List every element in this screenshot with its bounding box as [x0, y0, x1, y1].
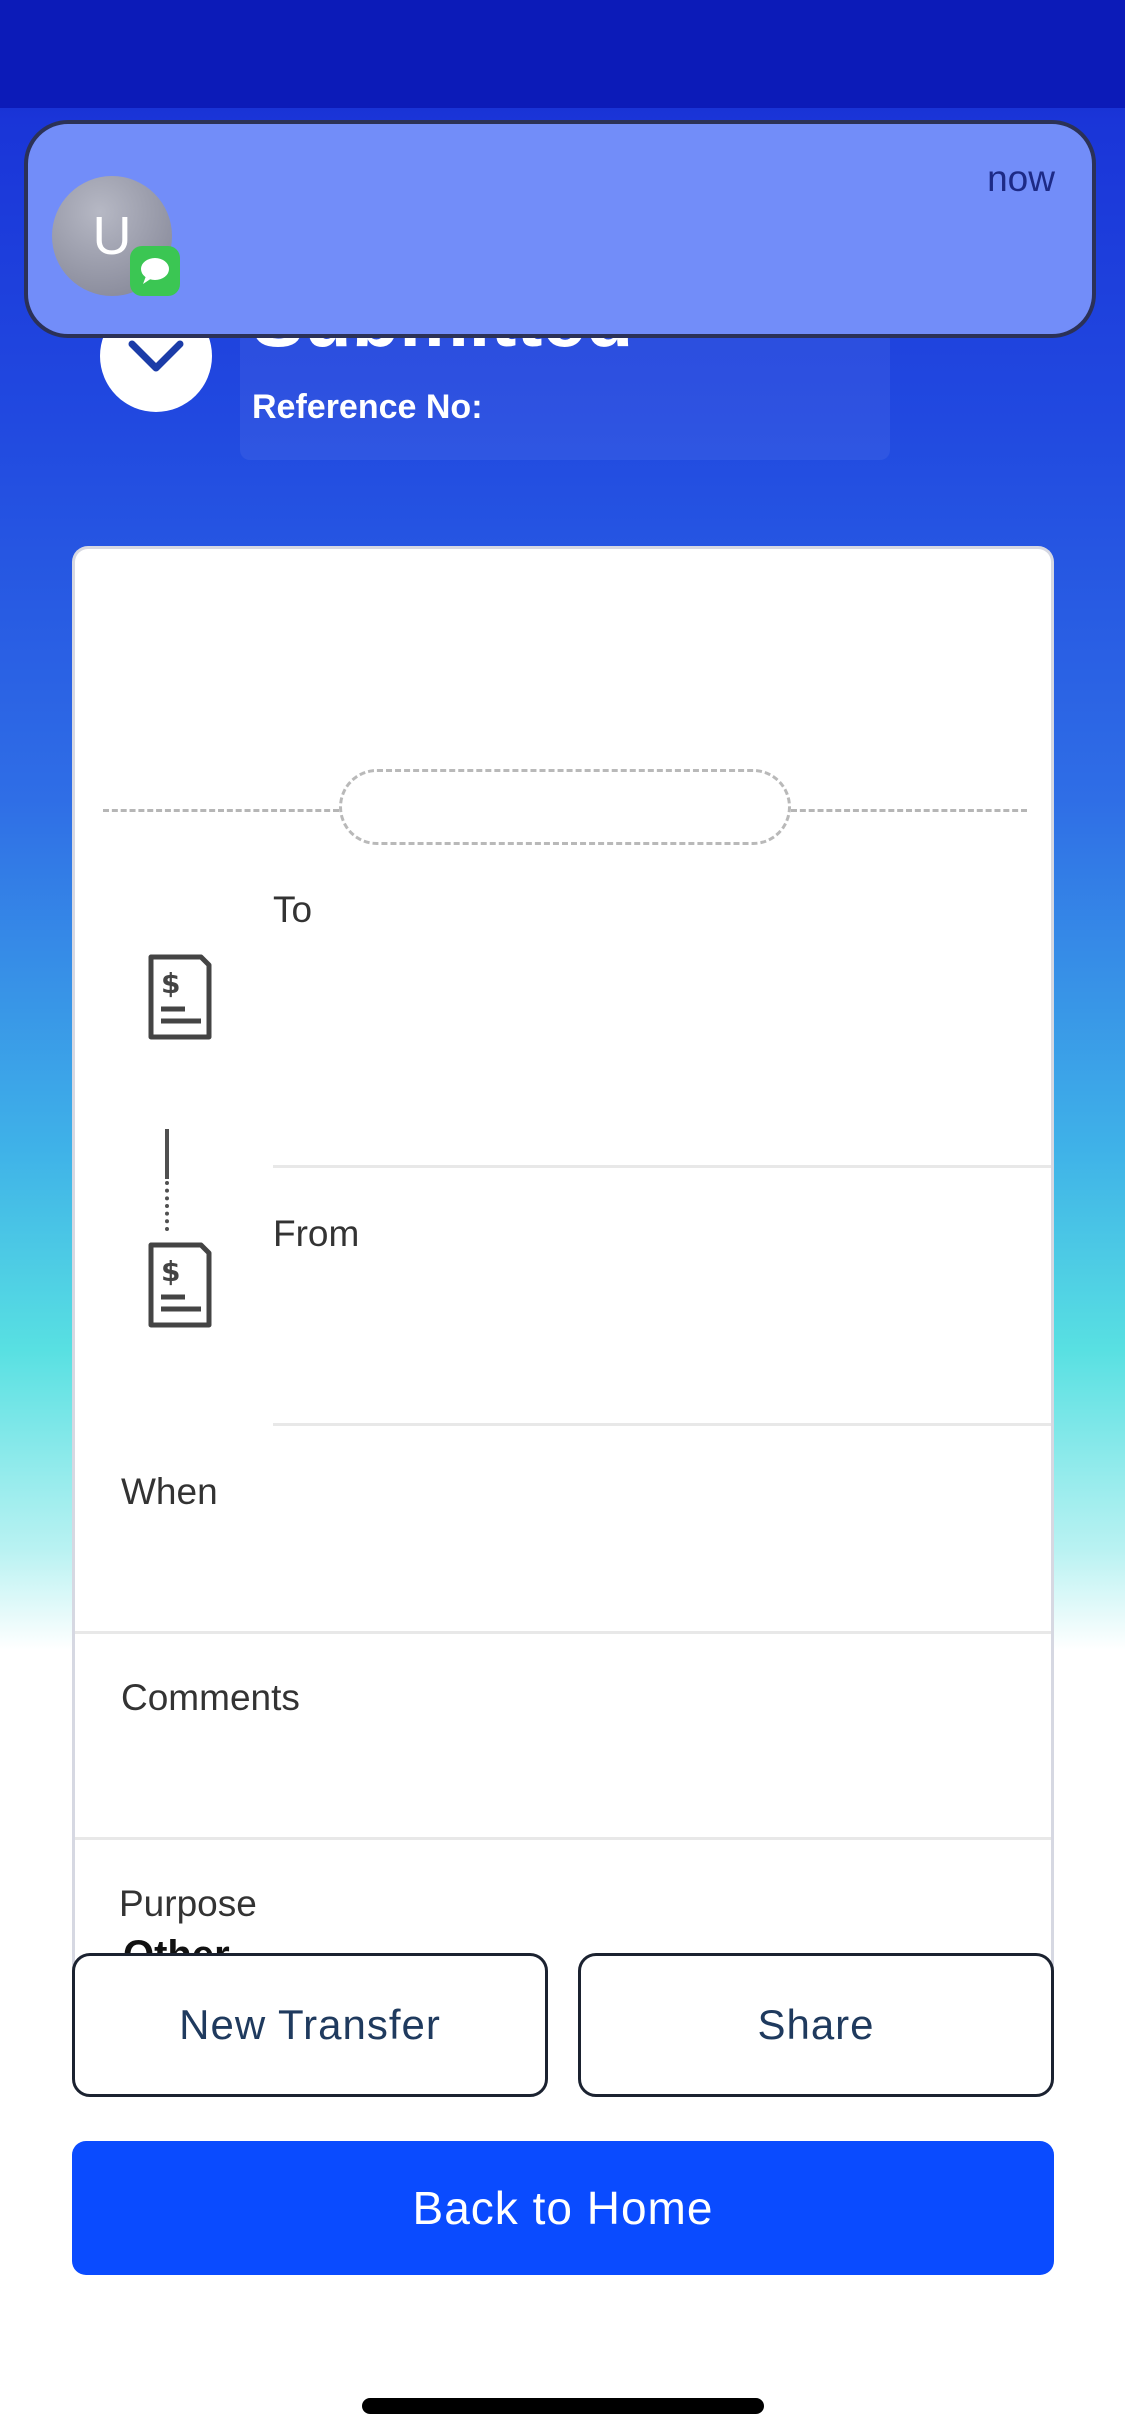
- message-bubble-icon: [130, 246, 180, 296]
- dollar-document-icon: $: [148, 1242, 212, 1328]
- home-indicator[interactable]: [362, 2398, 764, 2414]
- divider: [273, 1165, 1051, 1168]
- comments-label: Comments: [121, 1677, 300, 1718]
- transfer-details-card: $ $ To From When Comments Purpose Other: [72, 546, 1054, 1976]
- amount-placeholder-pill: [339, 769, 791, 845]
- dollar-document-icon: $: [148, 954, 212, 1040]
- back-to-home-button[interactable]: Back to Home: [72, 2141, 1054, 2275]
- reference-number-label: Reference No:: [252, 388, 483, 426]
- to-label: To: [273, 889, 313, 930]
- route-connector-line: [165, 1129, 169, 1179]
- status-bar: [0, 0, 1125, 108]
- message-notification-banner[interactable]: [24, 120, 1096, 338]
- dashed-separator-right: [791, 809, 1027, 812]
- when-label: When: [121, 1471, 218, 1512]
- divider: [273, 1423, 1051, 1426]
- dashed-separator-left: [103, 809, 339, 812]
- notification-time: now: [987, 158, 1055, 199]
- divider: [75, 1837, 1051, 1840]
- avatar-letter: U: [92, 206, 132, 266]
- checkmark-icon: [128, 340, 184, 372]
- route-connector-dots: [165, 1181, 169, 1231]
- share-button[interactable]: Share: [578, 1953, 1054, 2097]
- svg-text:$: $: [161, 1255, 180, 1288]
- purpose-label: Purpose: [119, 1883, 257, 1924]
- svg-text:$: $: [161, 967, 180, 1000]
- from-label: From: [273, 1213, 360, 1254]
- new-transfer-button[interactable]: New Transfer: [72, 1953, 548, 2097]
- message-bubble-glyph: [141, 258, 169, 284]
- divider: [75, 1631, 1051, 1634]
